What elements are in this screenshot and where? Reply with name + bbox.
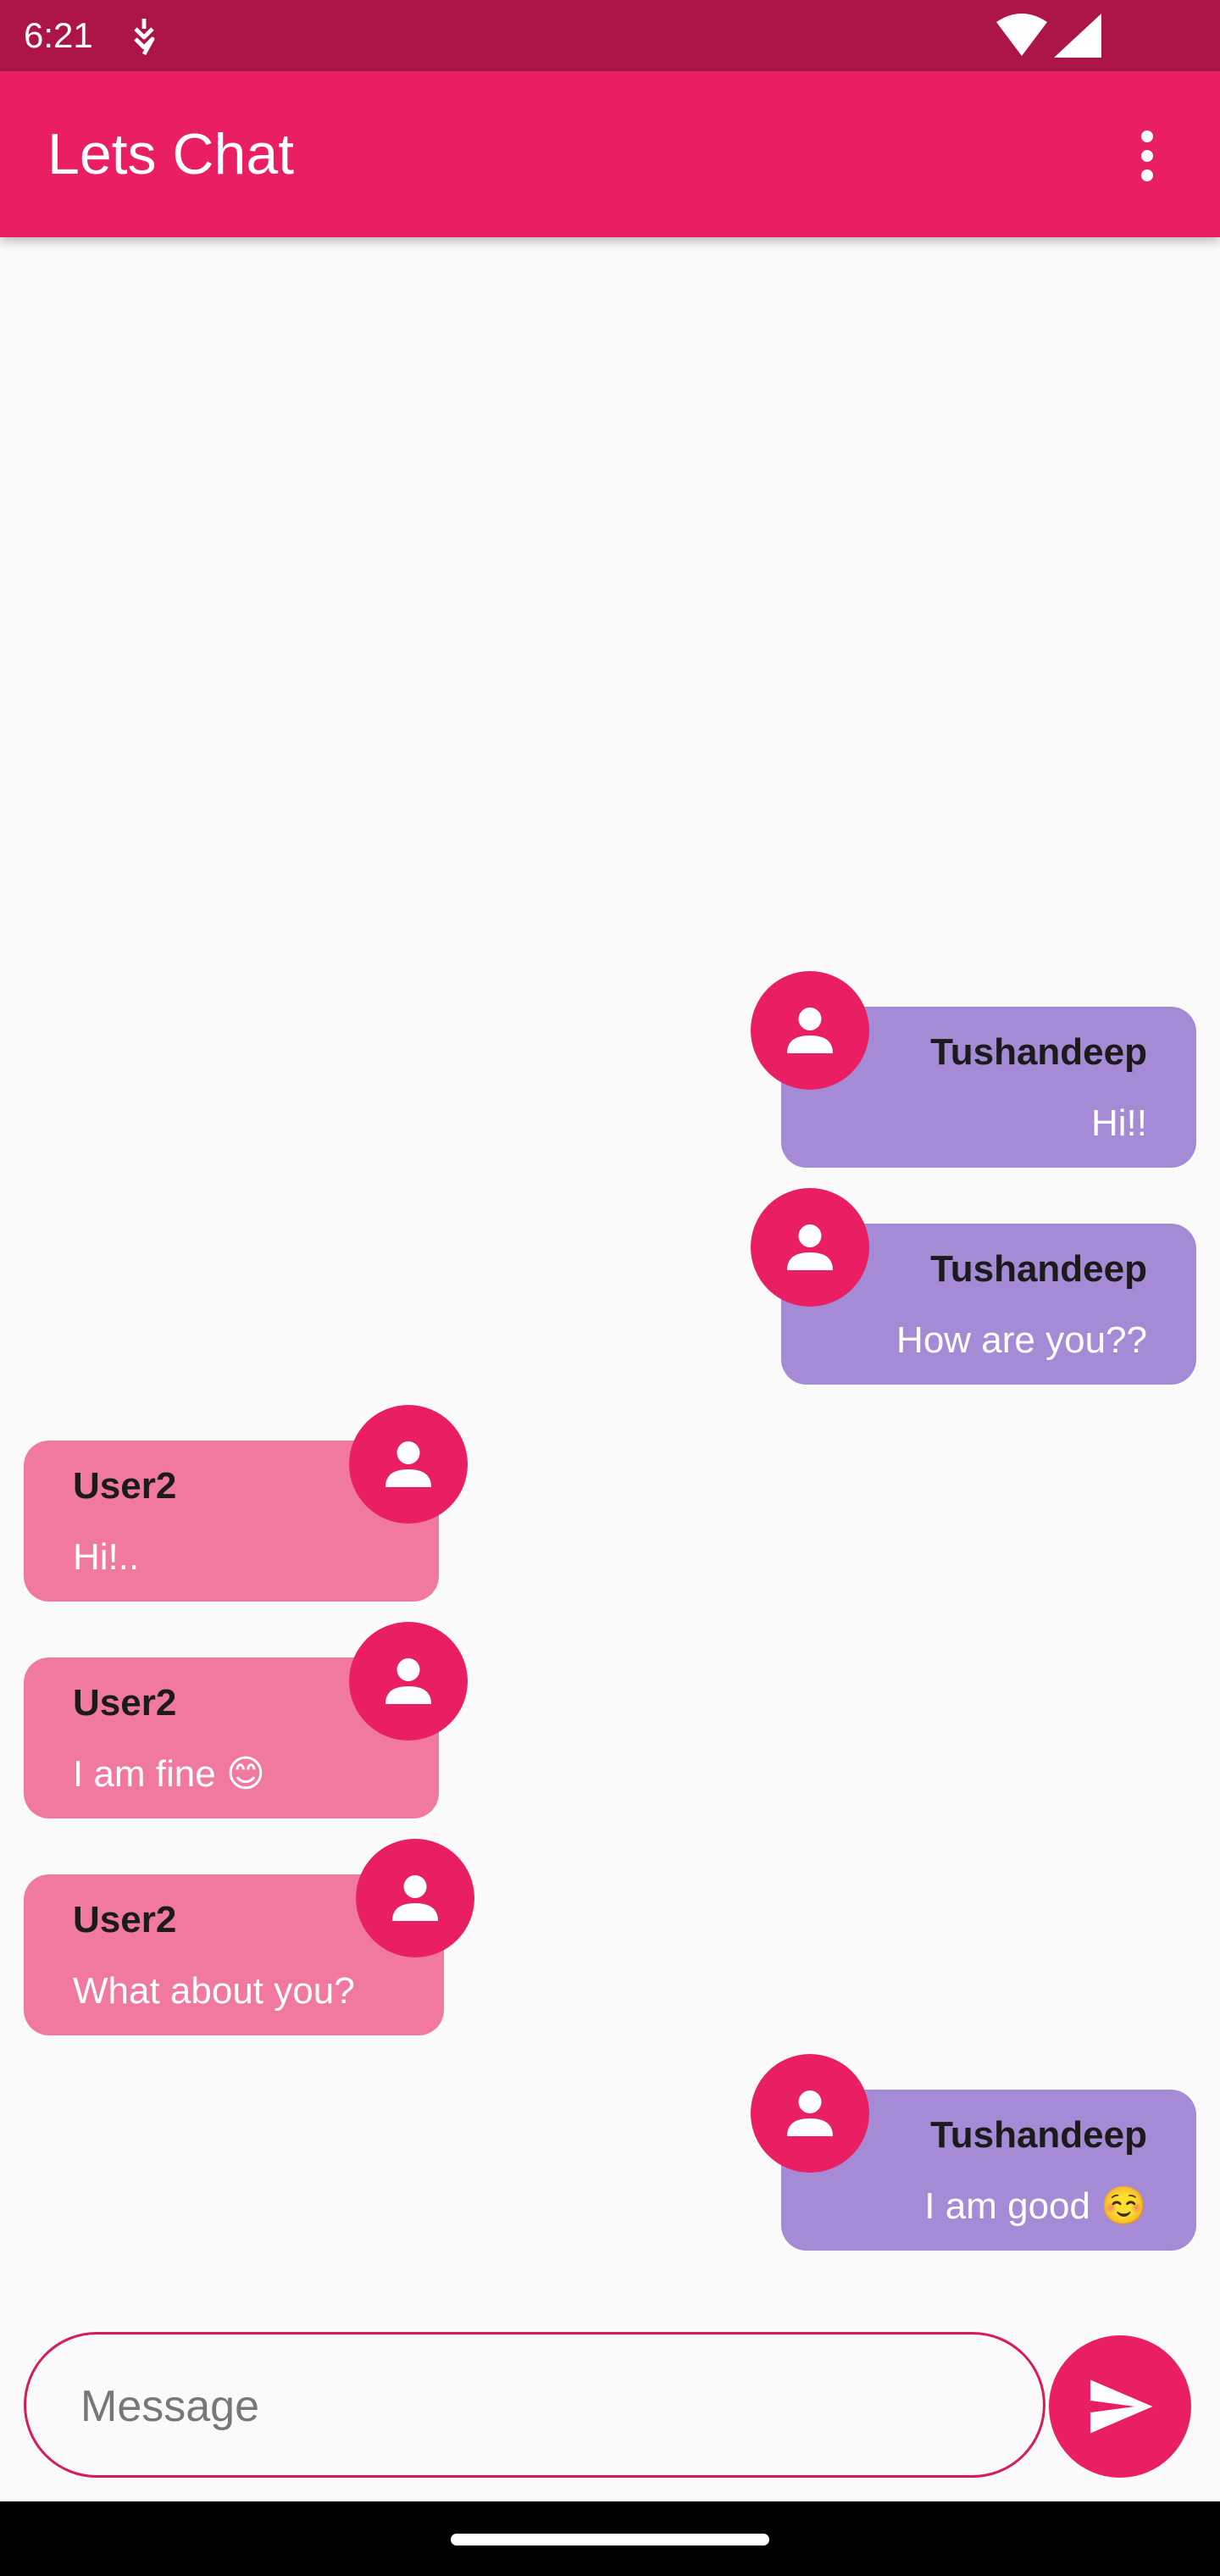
status-time: 6:21: [24, 15, 93, 55]
chat-message-list[interactable]: Tushandeep Hi!! Tushandeep How are you??…: [0, 237, 1220, 2305]
wifi-icon: [996, 14, 1047, 56]
message-text: Hi!..: [73, 1536, 140, 1578]
message-sender: User2: [73, 1682, 177, 1724]
avatar-person-icon: [356, 1839, 474, 1957]
message-sender: Tushandeep: [930, 1248, 1147, 1290]
avatar-person-icon: [751, 971, 869, 1090]
send-icon: [1090, 2379, 1153, 2434]
message-sender: User2: [73, 1465, 177, 1507]
message-sender: User2: [73, 1899, 177, 1940]
message-text: I am good ☺️: [924, 2185, 1147, 2227]
more-vert-icon[interactable]: [1127, 115, 1167, 197]
cellular-signal-icon: [1054, 14, 1101, 58]
page-title: Lets Chat: [47, 122, 295, 186]
notification-glyph-icon: [134, 19, 155, 56]
message-sender: Tushandeep: [930, 1031, 1147, 1073]
message-sender: Tushandeep: [930, 2114, 1147, 2156]
system-navigation-bar: [0, 2501, 1220, 2576]
message-text: What about you?: [73, 1970, 355, 2012]
message-input[interactable]: [80, 2360, 1012, 2453]
status-bar: 6:21: [0, 0, 1220, 71]
send-button[interactable]: [1049, 2335, 1191, 2478]
message-text: I am fine 😊: [73, 1753, 265, 1795]
message-composer: [24, 2332, 1045, 2478]
avatar-person-icon: [349, 1405, 468, 1524]
avatar-person-icon: [751, 1188, 869, 1307]
avatar-person-icon: [349, 1622, 468, 1740]
home-gesture-handle[interactable]: [451, 2534, 769, 2545]
message-text: How are you??: [896, 1319, 1147, 1361]
app-bar: Lets Chat: [0, 71, 1220, 237]
avatar-person-icon: [751, 2054, 869, 2173]
message-text: Hi!!: [1091, 1102, 1147, 1144]
